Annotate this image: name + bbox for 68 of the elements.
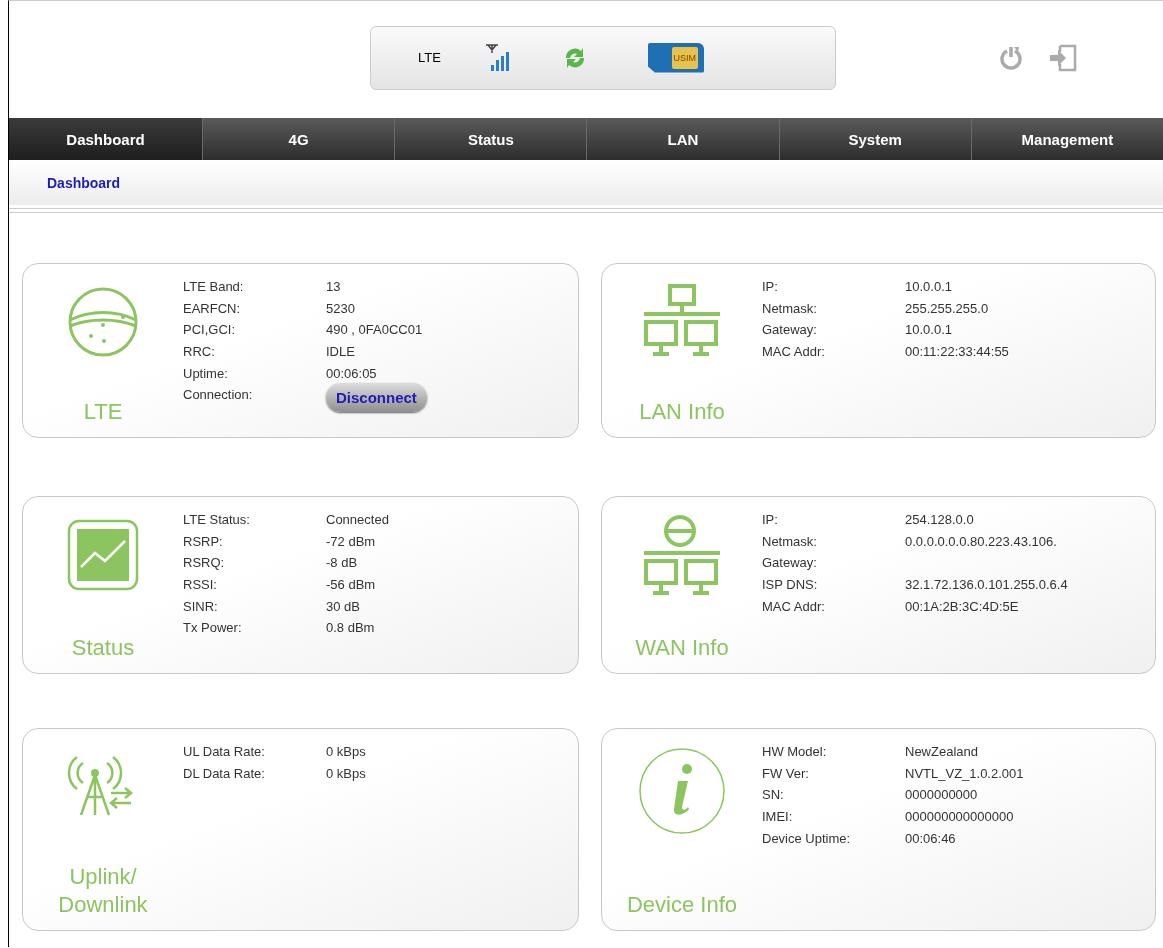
field-label: Gateway:	[762, 555, 818, 571]
card-title: Device Info	[625, 891, 739, 920]
nav-tab[interactable]: Management	[971, 118, 1163, 160]
field-value: 254.128.0.0	[905, 512, 974, 528]
field-value: 0 kBps	[326, 765, 366, 781]
field-value: 13	[326, 279, 341, 295]
field-label: Connection:	[183, 387, 254, 403]
info-icon	[638, 747, 726, 835]
field-label: Netmask:	[762, 533, 818, 549]
field-label: IP:	[762, 279, 779, 295]
field-label: RRC:	[183, 344, 216, 360]
field-label: IP:	[762, 512, 779, 528]
network-type: LTE	[418, 50, 442, 65]
card-title: WAN Info	[634, 634, 730, 663]
field-value: 0 kBps	[326, 744, 366, 760]
field-value: 00:1A:2B:3C:4D:5E	[905, 598, 1019, 614]
field-label: IMEI:	[762, 809, 794, 825]
field-label: RSRQ:	[183, 555, 226, 571]
field-value: 00:06:05	[326, 365, 377, 381]
card-title: Uplink/ Downlink	[57, 862, 149, 920]
field-value: -72 dBm	[326, 533, 376, 549]
breadcrumb-link[interactable]: Dashboard	[47, 174, 121, 191]
field-label: SINR:	[183, 598, 219, 614]
field-label: ISP DNS:	[762, 577, 819, 593]
card-title: Status	[70, 634, 136, 663]
field-value: 10.0.0.1	[905, 279, 952, 295]
field-label: Gateway:	[762, 322, 818, 338]
disconnect-button[interactable]: Disconnect	[326, 383, 427, 413]
field-label: LTE Band:	[183, 279, 245, 295]
field-value: 32.1.72.136.0.101.255.0.6.4	[905, 577, 1068, 593]
field-value: 30 dB	[326, 598, 360, 614]
field-label: Netmask:	[762, 300, 818, 316]
nav-tab[interactable]: Dashboard	[9, 118, 203, 160]
field-label: MAC Addr:	[762, 344, 826, 360]
field-value: IDLE	[326, 344, 355, 360]
field-value: -56 dBm	[326, 577, 376, 593]
field-value: -8 dB	[326, 555, 358, 571]
sim-card-icon: USIM	[648, 42, 704, 73]
card-title: LTE	[82, 398, 124, 427]
field-label: HW Model:	[762, 744, 828, 760]
card-title: LAN Info	[638, 398, 726, 427]
field-label: EARFCN:	[183, 300, 242, 316]
field-label: RSRP:	[183, 533, 224, 549]
field-value: 00:11:22:33:44:55	[905, 344, 1009, 360]
field-value: 5230	[326, 300, 355, 316]
field-label: RSSI:	[183, 577, 218, 593]
field-label: SN:	[762, 787, 785, 803]
field-value: 00:06:46	[905, 830, 956, 846]
field-value: 490 , 0FA0CC01	[326, 322, 423, 338]
field-value: 10.0.0.1	[905, 322, 952, 338]
field-value: Connected	[326, 512, 389, 528]
field-label: MAC Addr:	[762, 598, 826, 614]
field-label: PCI,GCI:	[183, 322, 236, 338]
field-label: Tx Power:	[183, 620, 243, 636]
field-value: 0.0.0.0.0.0.80.223.43.106.	[905, 533, 1057, 549]
field-label: DL Data Rate:	[183, 765, 266, 781]
field-label: UL Data Rate:	[183, 744, 266, 760]
field-label: FW Ver:	[762, 765, 810, 781]
field-value: 0000000000	[905, 787, 978, 803]
field-value: 255.255.255.0	[905, 300, 989, 316]
field-value: NewZealand	[905, 744, 978, 760]
field-label: Device Uptime:	[762, 830, 852, 846]
field-value: 0.8 dBm	[326, 620, 375, 636]
field-label: Uptime:	[183, 365, 229, 381]
logout-icon[interactable]	[1048, 42, 1078, 73]
field-label: LTE Status:	[183, 512, 251, 528]
field-value: 000000000000000	[905, 809, 1014, 825]
field-value: NVTL_VZ_1.0.2.001	[905, 765, 1024, 781]
